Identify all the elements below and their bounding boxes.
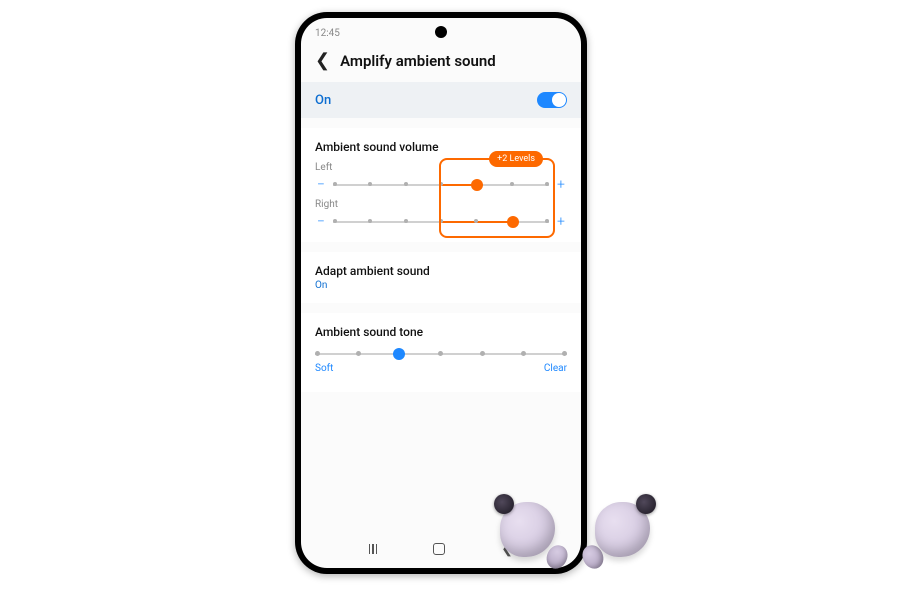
right-label: Right bbox=[315, 199, 567, 210]
right-minus-button[interactable]: − bbox=[315, 214, 327, 230]
earbud-left bbox=[490, 490, 565, 565]
master-toggle-switch[interactable] bbox=[537, 92, 567, 108]
left-plus-button[interactable]: + bbox=[555, 177, 567, 193]
adapt-value: On bbox=[315, 280, 567, 291]
right-slider-row: − + bbox=[315, 214, 567, 230]
nav-home-icon[interactable] bbox=[433, 543, 445, 555]
status-time: 12:45 bbox=[315, 28, 340, 39]
right-slider[interactable] bbox=[333, 216, 549, 228]
toggle-knob bbox=[552, 93, 566, 107]
tone-labels: Soft Clear bbox=[315, 363, 567, 374]
tone-slider[interactable]: Soft Clear bbox=[315, 353, 567, 374]
phone-screen: 12:45 ❮ Amplify ambient sound On Ambient… bbox=[301, 18, 581, 568]
tone-dots bbox=[315, 351, 567, 356]
back-icon[interactable]: ❮ bbox=[315, 52, 330, 70]
right-plus-button[interactable]: + bbox=[555, 214, 567, 230]
left-label: Left bbox=[315, 162, 567, 173]
adapt-title: Adapt ambient sound bbox=[315, 264, 567, 278]
volume-title: Ambient sound volume bbox=[315, 140, 567, 154]
tone-section: Ambient sound tone Soft Clear bbox=[301, 313, 581, 392]
page-header: ❮ Amplify ambient sound bbox=[301, 44, 581, 82]
adapt-row[interactable]: Adapt ambient sound On bbox=[301, 252, 581, 303]
tone-track bbox=[315, 353, 567, 355]
left-dots bbox=[333, 182, 549, 186]
earbuds-image bbox=[490, 490, 660, 565]
tone-thumb[interactable] bbox=[393, 348, 405, 360]
tone-clear-label: Clear bbox=[544, 363, 567, 374]
nav-recent-icon[interactable] bbox=[369, 544, 378, 554]
left-slider-row: − + bbox=[315, 177, 567, 193]
tone-soft-label: Soft bbox=[315, 363, 333, 374]
camera-hole bbox=[435, 26, 447, 38]
left-slider[interactable] bbox=[333, 179, 549, 191]
left-minus-button[interactable]: − bbox=[315, 177, 327, 193]
master-toggle-label: On bbox=[315, 93, 331, 108]
master-toggle-row[interactable]: On bbox=[301, 82, 581, 118]
right-thumb[interactable] bbox=[507, 216, 519, 228]
tone-title: Ambient sound tone bbox=[315, 325, 567, 339]
left-thumb[interactable] bbox=[471, 179, 483, 191]
page-title: Amplify ambient sound bbox=[340, 52, 496, 70]
volume-section: Ambient sound volume Left − + Right − bbox=[301, 128, 581, 242]
earbud-right bbox=[585, 490, 660, 565]
